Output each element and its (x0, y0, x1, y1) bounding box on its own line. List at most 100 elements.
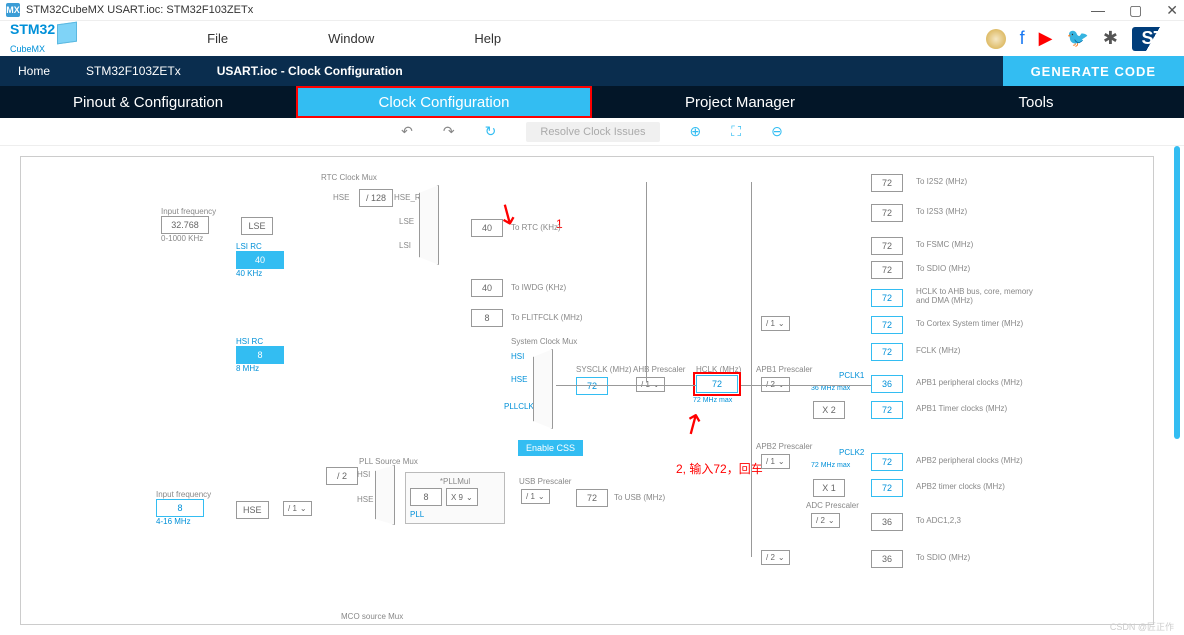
clock-diagram[interactable]: ↘ 1 ↗ 2, 输入72，回车 Input frequency 32.768 … (20, 156, 1154, 625)
menu-help[interactable]: Help (474, 31, 501, 46)
watermark: CSDN @匠正作 (1110, 620, 1174, 633)
usb-pre-label: USB Prescaler (519, 477, 571, 486)
rtc-mux[interactable] (419, 185, 439, 265)
pll-src-mux[interactable] (375, 465, 395, 525)
line-sysclk (556, 385, 696, 386)
out-fsmc-box: 72 (871, 237, 903, 255)
tab-pinout[interactable]: Pinout & Configuration (0, 86, 296, 118)
out-fclk-lbl: FCLK (MHz) (916, 346, 960, 355)
usb-prescaler-select[interactable]: / 1 (521, 489, 550, 504)
fit-icon[interactable]: ⛶ (731, 123, 741, 140)
apb2-prescaler-select[interactable]: / 1 (761, 454, 790, 469)
menu-window[interactable]: Window (328, 31, 374, 46)
flitf-label: To FLITFCLK (MHz) (511, 313, 583, 322)
out-i2s2-box: 72 (871, 174, 903, 192)
mco-label: MCO source Mux (341, 612, 403, 621)
tab-project[interactable]: Project Manager (592, 86, 888, 118)
zoom-out-icon[interactable]: ⊖ (771, 123, 783, 140)
out-i2s3-lbl: To I2S3 (MHz) (916, 207, 967, 216)
pllmul-select[interactable]: X 9 (446, 488, 478, 506)
bc-home[interactable]: Home (0, 56, 68, 86)
hse-pin-label: HSE (333, 193, 349, 202)
scrollbar-vertical[interactable] (1174, 146, 1180, 439)
pll-hsi-pin: HSI (357, 470, 370, 479)
hse-freq-box[interactable]: 8 (156, 499, 204, 517)
apb1-label: APB1 Prescaler (756, 365, 812, 374)
out-apb2t-lbl: APB2 timer clocks (MHz) (916, 482, 1005, 491)
social-bar: f ▶ 🐦 ✱ ST (986, 27, 1174, 51)
maximize-icon[interactable]: ▢ (1129, 2, 1142, 19)
hse-div-select[interactable]: / 1 (283, 501, 312, 516)
out-apb1p-box: 36 (871, 375, 903, 393)
out-apb1t-lbl: APB1 Timer clocks (MHz) (916, 404, 1007, 413)
bc-chip[interactable]: STM32F103ZETx (68, 56, 199, 86)
pll-in-box: 8 (410, 488, 442, 506)
ten-year-badge-icon (986, 29, 1006, 49)
generate-code-button[interactable]: GENERATE CODE (1003, 56, 1184, 86)
youtube-icon[interactable]: ▶ (1039, 28, 1053, 49)
out-fsmc-lbl: To FSMC (MHz) (916, 240, 973, 249)
community-icon[interactable]: ✱ (1103, 28, 1118, 49)
resolve-clock-button[interactable]: Resolve Clock Issues (526, 122, 659, 142)
sysmux-pllclk: PLLCLK (504, 402, 534, 411)
cortex-div-select[interactable]: / 1 (761, 316, 790, 331)
logo-line1: STM32 (10, 21, 55, 37)
lse-freq-box[interactable]: 32.768 (161, 216, 209, 234)
zoom-in-icon[interactable]: ⊕ (690, 123, 702, 140)
sysclk-bus-line (646, 182, 647, 382)
out-sdio2-lbl: To SDIO (MHz) (916, 553, 970, 562)
tab-tools[interactable]: Tools (888, 86, 1184, 118)
out-i2s2-lbl: To I2S2 (MHz) (916, 177, 967, 186)
annotation-arrow-2: ↗ (674, 403, 711, 443)
clock-toolbar: ↶ ↷ ↻ Resolve Clock Issues ⊕ ⛶ ⊖ (0, 118, 1184, 146)
cube-icon (57, 21, 77, 44)
lse-pin-label: LSE (399, 217, 414, 226)
out-apb1t-box: 72 (871, 401, 903, 419)
system-clock-mux[interactable] (533, 349, 553, 429)
menu-file[interactable]: File (207, 31, 228, 46)
hse-block: HSE (236, 501, 269, 519)
enable-css-button[interactable]: Enable CSS (518, 440, 583, 456)
out-apb2t-box: 72 (871, 479, 903, 497)
pclk1-label: PCLK1 (839, 371, 864, 380)
apb2-label: APB2 Prescaler (756, 442, 812, 451)
lsirc-note: 40 KHz (236, 269, 284, 278)
window-titlebar: MX STM32CubeMX USART.ioc: STM32F103ZETx … (0, 0, 1184, 20)
pllmul-label: *PLLMul (440, 477, 470, 486)
sysmux-hsi: HSI (511, 352, 524, 361)
facebook-icon[interactable]: f (1020, 28, 1025, 49)
out-ahb-lbl: HCLK to AHB bus, core, memory and DMA (M… (916, 287, 1036, 305)
sysclk-box[interactable]: 72 (576, 377, 608, 395)
bc-page[interactable]: USART.ioc - Clock Configuration (199, 56, 421, 86)
tab-clock[interactable]: Clock Configuration (296, 86, 592, 118)
close-icon[interactable]: ✕ (1166, 2, 1178, 19)
refresh-icon[interactable]: ↻ (485, 123, 497, 140)
adc-pre-label: ADC Prescaler (806, 501, 859, 510)
pll-block: *PLLMul 8 X 9 PLL (405, 472, 505, 524)
out-i2s3-box: 72 (871, 204, 903, 222)
redo-icon[interactable]: ↷ (443, 123, 455, 140)
main-menu: File Window Help (207, 31, 501, 46)
apb2-x1-box: X 1 (813, 479, 845, 497)
apb1-note: 36 MHz max (811, 385, 850, 392)
lsi-pin-label: LSI (399, 241, 411, 250)
sdio-div-select[interactable]: / 2 (761, 550, 790, 565)
logo-line2: CubeMX (10, 43, 77, 55)
out-cortex-lbl: To Cortex System timer (MHz) (916, 319, 1023, 328)
out-sdio2-box: 36 (871, 550, 903, 568)
apb2-note: 72 MHz max (811, 462, 850, 469)
adc-prescaler-select[interactable]: / 2 (811, 513, 840, 528)
twitter-icon[interactable]: 🐦 (1066, 28, 1088, 49)
window-title: STM32CubeMX USART.ioc: STM32F103ZETx (26, 4, 253, 16)
st-logo-icon[interactable]: ST (1132, 27, 1174, 51)
out-sdio1-lbl: To SDIO (MHz) (916, 264, 970, 273)
out-cortex-box: 72 (871, 316, 903, 334)
minimize-icon[interactable]: — (1091, 2, 1105, 19)
out-fclk-box: 72 (871, 343, 903, 361)
usb-out-box: 72 (576, 489, 608, 507)
out-apb2p-box: 72 (871, 453, 903, 471)
hclk-box[interactable]: 72 (696, 375, 738, 393)
out-adc-lbl: To ADC1,2,3 (916, 516, 961, 525)
div128-box: / 128 (359, 189, 393, 207)
undo-icon[interactable]: ↶ (401, 123, 413, 140)
